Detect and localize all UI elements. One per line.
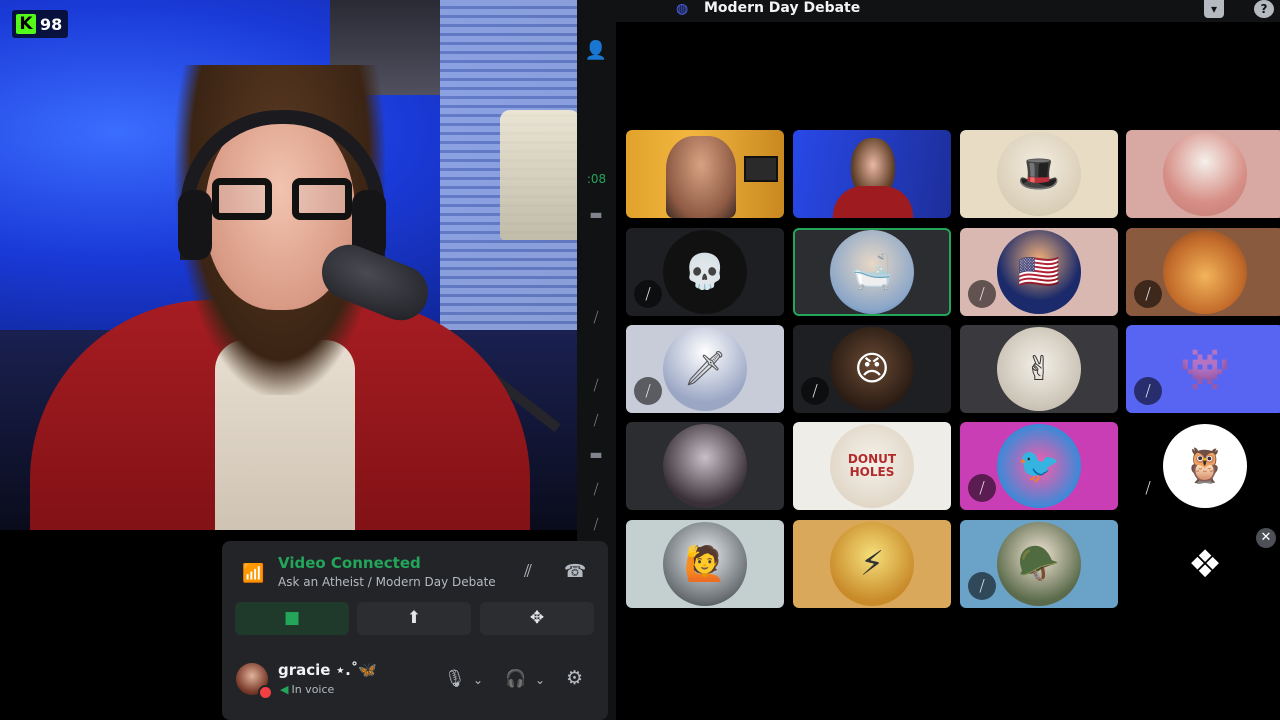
user-panel: gracie ⋆.˚🦋 ◀ In voice 🎙 ⌄ 🎧 ⌄ ⚙	[222, 637, 608, 720]
participant-grid: 🎩 💀 ⧸ 🛁 🇺🇸 ⧸ ⧸ 🗡 ⧸ 😠 ⧸ ✌ 👾 ⧸ DONUT HOLES	[626, 130, 1280, 610]
tile-avatar-pink-bird[interactable]: 🐦 ⧸	[960, 422, 1118, 510]
call-topbar: ◍ Modern Day Debate ▾ ?	[616, 0, 1280, 22]
mic-muted-icon: ⧸	[593, 482, 599, 498]
tile-video-man[interactable]	[626, 130, 784, 218]
mic-muted-icon: ⧸	[634, 377, 662, 405]
tile-avatar-portrait[interactable]: 🎩	[960, 130, 1118, 218]
screen-share-button[interactable]: ⬆	[357, 602, 471, 635]
mic-muted-icon: ⧸	[968, 280, 996, 308]
mic-muted-icon: ⧸	[1134, 377, 1162, 405]
mic-muted-icon: ⧸	[1134, 474, 1162, 502]
tile-avatar-pink[interactable]	[1126, 130, 1280, 218]
donut-logo: DONUT HOLES	[830, 424, 914, 508]
inbox-icon[interactable]: ▾	[1204, 0, 1224, 18]
voice-status[interactable]: Video Connected	[278, 554, 421, 572]
mic-muted-icon: ⧸	[593, 413, 599, 429]
tile-avatar-cartoon[interactable]: ⧸	[1126, 228, 1280, 316]
tile-avatar-soldier[interactable]: 🪖 ⧸	[960, 520, 1118, 608]
viewer-count: 98	[40, 14, 63, 34]
mic-muted-icon: ⧸	[801, 377, 829, 405]
tile-avatar-politician[interactable]: 🇺🇸 ⧸	[960, 228, 1118, 316]
user-status-text: In voice	[291, 683, 335, 696]
mic-muted-icon: ⧸	[968, 474, 996, 502]
activity-icon: ✥	[529, 608, 545, 628]
headphones-icon[interactable]: 🎧	[505, 669, 526, 689]
close-icon[interactable]: ✕	[1256, 528, 1276, 548]
tile-video-gracie[interactable]	[793, 130, 951, 218]
voice-connection-panel: 📶 Video Connected Ask an Atheist / Moder…	[222, 541, 608, 637]
activity-button[interactable]: ✥	[480, 602, 594, 635]
help-icon[interactable]: ?	[1254, 0, 1274, 18]
tile-avatar-skull[interactable]: 💀 ⧸	[626, 228, 784, 316]
disconnect-icon[interactable]: ☎	[564, 561, 586, 582]
user-status: ◀ In voice	[280, 683, 335, 696]
mic-muted-icon: ⧸	[968, 572, 996, 600]
kick-logo-icon: K	[16, 14, 36, 34]
screen-share-icon: ⬆	[406, 608, 422, 628]
tile-avatar-silhouette[interactable]: 🦉 ⧸	[1126, 422, 1280, 510]
mic-muted-icon: ⧸	[593, 517, 599, 533]
mic-muted-icon: ⧸	[593, 378, 599, 394]
viewer-count-badge: K 98	[12, 10, 69, 38]
stage-channel-icon: ◍	[676, 1, 689, 17]
tile-avatar-hooded[interactable]: 🙋	[626, 520, 784, 608]
streamer-webcam	[0, 0, 577, 530]
voice-channel-name[interactable]: Ask an Atheist / Modern Day Debate	[278, 575, 496, 589]
tile-avatar-shouting[interactable]: 😠 ⧸	[793, 325, 951, 413]
tile-avatar-discord[interactable]: 👾 ⧸	[1126, 325, 1280, 413]
status-dot	[258, 685, 273, 700]
call-duration: :08	[586, 172, 607, 186]
gear-icon[interactable]: ⚙	[566, 667, 583, 689]
tile-avatar-sketch[interactable]: ✌	[960, 325, 1118, 413]
activity-shapes-icon: ❖	[1187, 542, 1223, 586]
noise-suppression-icon[interactable]: ⫽	[524, 561, 532, 582]
tile-avatar-angel[interactable]: 🗡 ⧸	[626, 325, 784, 413]
username[interactable]: gracie ⋆.˚🦋	[278, 661, 377, 679]
camera-icon[interactable]: ▬	[582, 207, 610, 223]
add-member-icon[interactable]: 👤	[582, 40, 610, 61]
mic-muted-icon: ⧸	[634, 280, 662, 308]
signal-icon[interactable]: 📶	[242, 563, 264, 584]
tile-avatar-bathtub[interactable]: 🛁	[793, 228, 951, 316]
camera-button[interactable]: ■	[235, 602, 349, 635]
chevron-down-icon[interactable]: ⌄	[473, 673, 483, 687]
camera-icon: ▬	[589, 447, 603, 463]
tile-avatar-saiyan[interactable]: ⚡	[793, 520, 951, 608]
mic-muted-icon: ⧸	[593, 310, 599, 326]
tile-avatar-anime[interactable]	[626, 422, 784, 510]
video-camera-icon: ■	[283, 608, 301, 628]
channel-title: Modern Day Debate	[704, 0, 861, 16]
microphone-icon[interactable]: 🎙	[444, 669, 466, 689]
tile-avatar-donut[interactable]: DONUT HOLES	[793, 422, 951, 510]
chevron-down-icon[interactable]: ⌄	[535, 673, 545, 687]
mic-muted-icon: ⧸	[1134, 280, 1162, 308]
